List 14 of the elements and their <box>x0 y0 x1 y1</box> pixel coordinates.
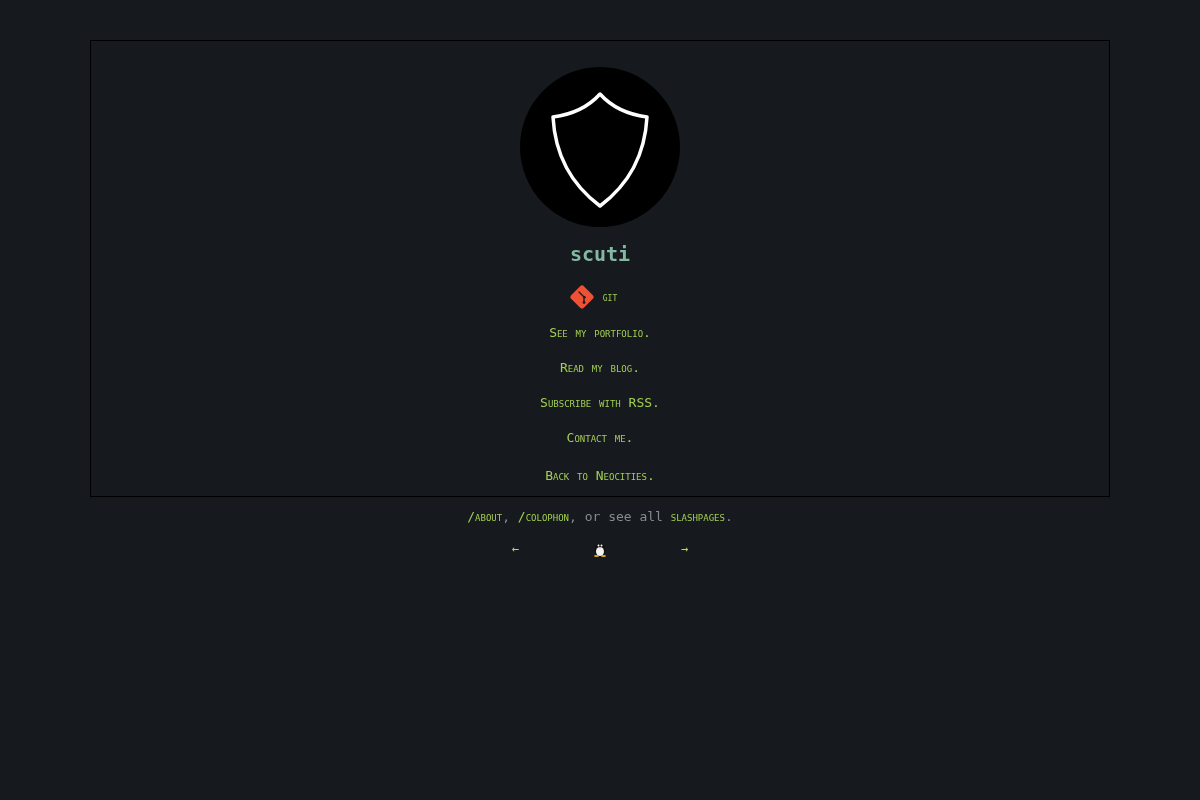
next-link[interactable]: → <box>681 539 689 559</box>
site-title: scuti <box>569 241 631 268</box>
slashpage-link[interactable]: slashpages <box>670 509 725 524</box>
page-link[interactable]: Subscribe with RSS. <box>540 393 660 413</box>
penguin-icon[interactable] <box>593 541 607 557</box>
slashpage-link[interactable]: /colophon <box>517 509 569 524</box>
slashpage-link[interactable]: /about <box>467 509 503 524</box>
slashpages-sentence: /about, /colophon, or see all slashpages. <box>467 508 733 526</box>
back-link[interactable]: Back to Neocities. <box>545 466 655 486</box>
page-link[interactable]: Read my blog. <box>559 358 641 378</box>
page-link[interactable]: Contact me. <box>566 428 634 448</box>
page-link[interactable]: See my portfolio. <box>549 323 651 343</box>
previous-link[interactable]: ← <box>511 539 519 559</box>
git-link[interactable]: git <box>568 284 618 310</box>
